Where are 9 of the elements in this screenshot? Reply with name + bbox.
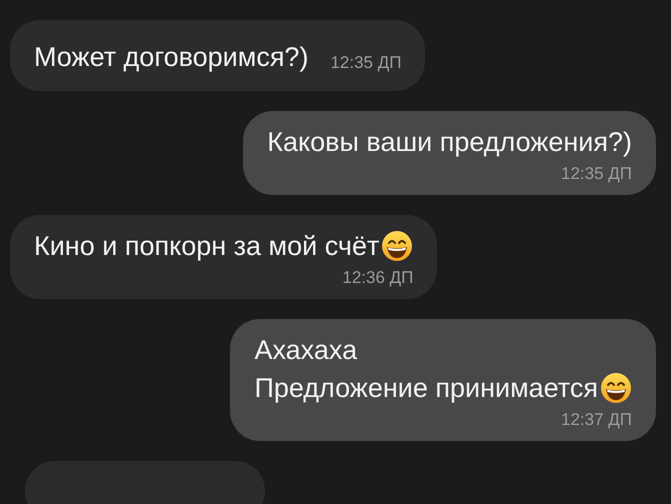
- message-text: Может договоримся?): [34, 41, 308, 74]
- message-text: Ахахаха: [254, 334, 358, 367]
- message-time: 12:37 ДП: [561, 409, 632, 431]
- message-text: Каковы ваши предложения?): [267, 126, 632, 159]
- message-time: 12:35 ДП: [330, 52, 402, 74]
- message-time: 12:35 ДП: [561, 163, 632, 185]
- message-text: Предложение принимается: [254, 372, 598, 405]
- message-time: 12:36 ДП: [342, 267, 414, 289]
- message-text: Кино и попкорн за мой счёт: [34, 230, 380, 263]
